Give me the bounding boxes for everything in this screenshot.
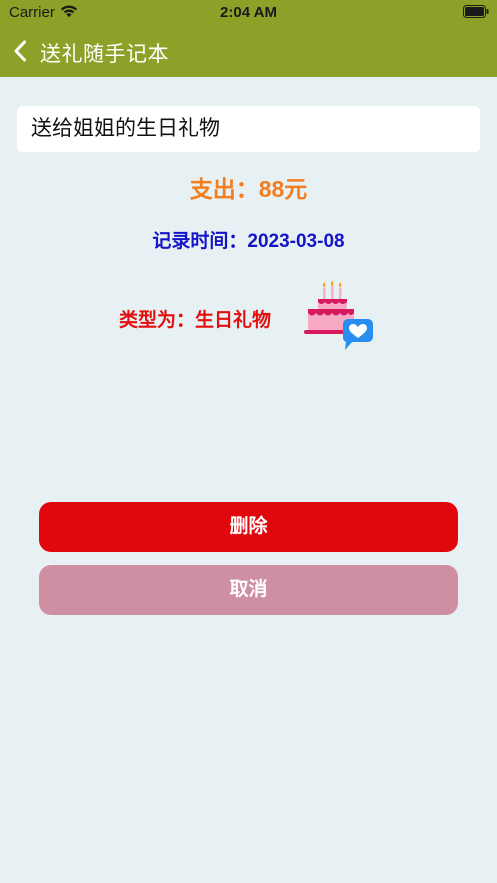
birthday-cake-icon — [304, 280, 373, 350]
nav-back-title[interactable]: 送礼随手记本 — [40, 38, 169, 68]
battery-icon — [463, 5, 489, 18]
record-title-field[interactable]: 送给姐姐的生日礼物 — [17, 106, 480, 152]
expense-amount: 支出：88元 — [189, 176, 308, 202]
chevron-left-icon[interactable] — [12, 39, 28, 63]
status-bar: Carrier 2:04 AM — [0, 0, 497, 26]
delete-button[interactable]: 删除 — [39, 502, 458, 552]
record-time: 记录时间：2023-03-08 — [152, 231, 345, 252]
cancel-button[interactable]: 取消 — [39, 565, 458, 615]
top-bar: Carrier 2:04 AM 送礼随手记本 — [0, 0, 497, 77]
navigation-bar: 送礼随手记本 — [0, 26, 497, 77]
record-type: 类型为：生日礼物 — [119, 310, 272, 331]
status-time: 2:04 AM — [220, 4, 277, 21]
